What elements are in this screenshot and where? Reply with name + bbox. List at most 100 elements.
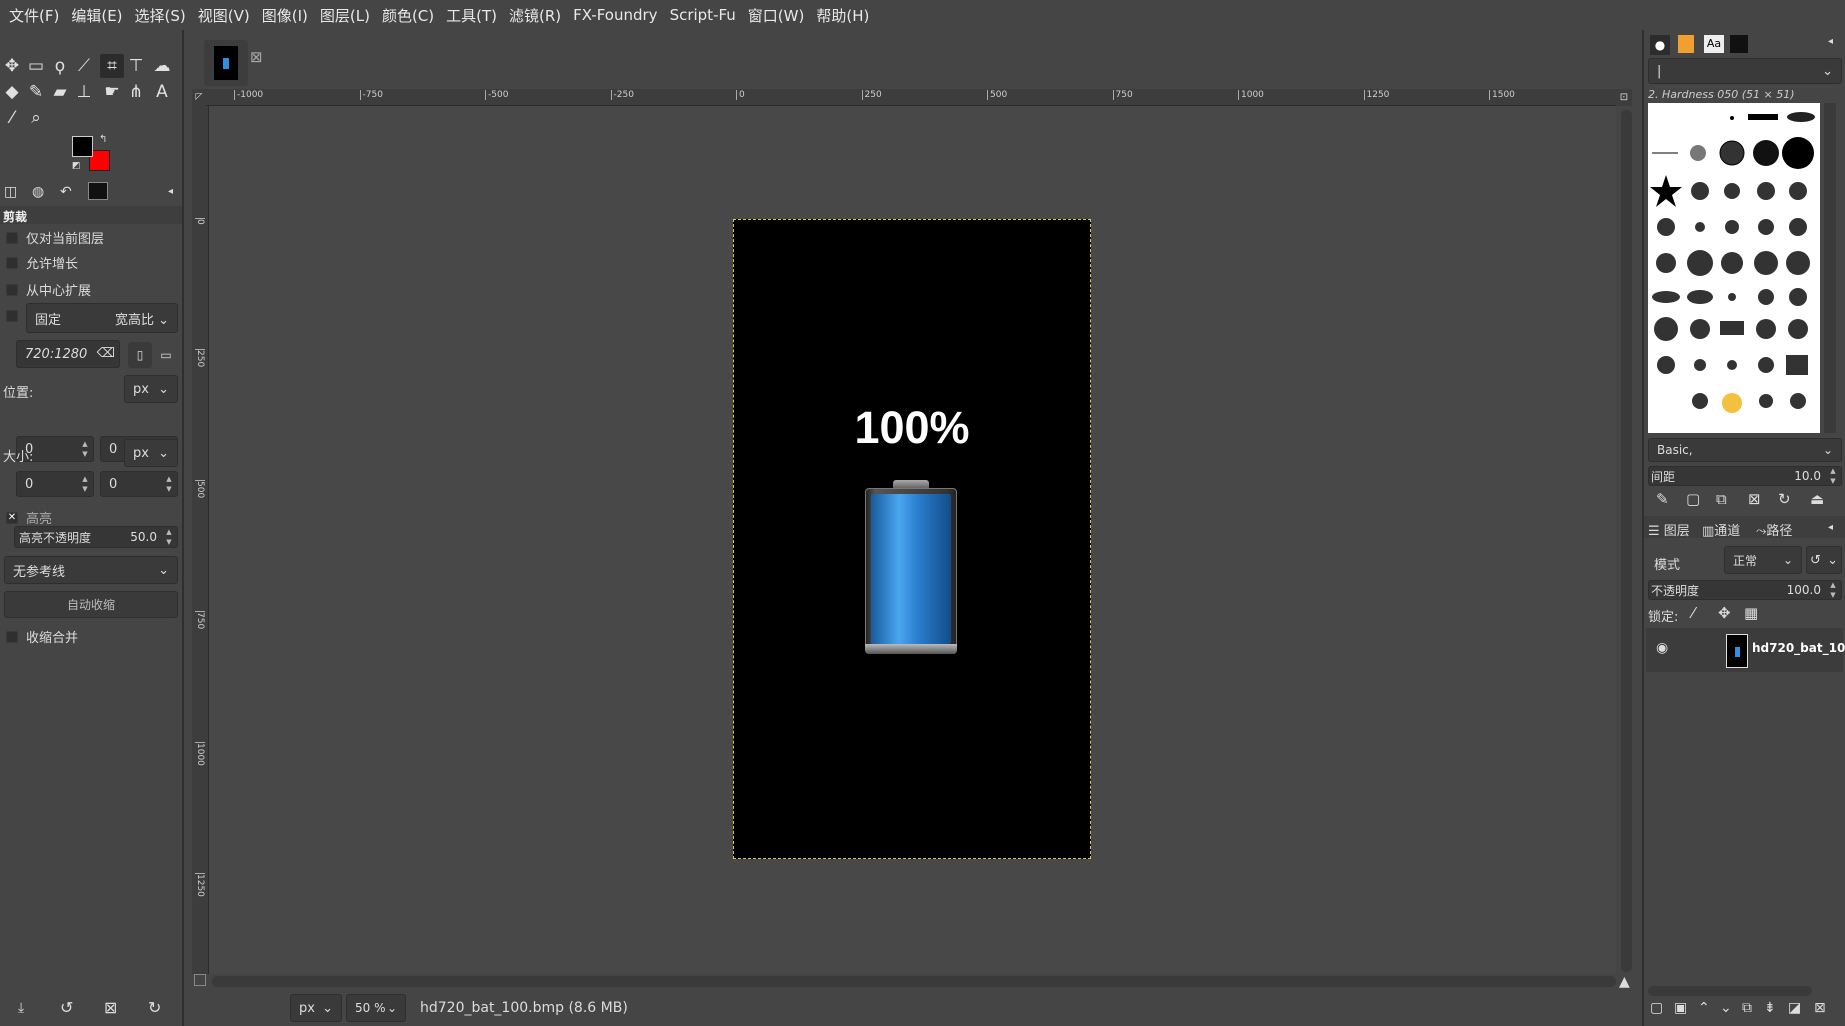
edit-brush-icon[interactable]: ✎ (1656, 490, 1669, 508)
unit-select[interactable]: px ⌄ (290, 994, 342, 1022)
checkbox[interactable] (6, 256, 18, 269)
bucket-fill-icon[interactable]: ◆ (0, 80, 24, 104)
device-status-tab-icon[interactable]: ◍ (32, 184, 44, 200)
fixed-checkbox[interactable] (6, 310, 26, 322)
menu-item[interactable]: 图像(I) (256, 5, 314, 26)
menu-item[interactable]: 窗口(W) (742, 5, 811, 26)
reset-options-icon[interactable]: ↻ (148, 998, 161, 1017)
lock-pixels-icon[interactable]: ⁄ (1692, 604, 1695, 622)
tab-paths[interactable]: ⤳路径 (1756, 520, 1792, 539)
brush-grid-scrollbar[interactable] (1824, 103, 1836, 433)
image-tab-thumbnail[interactable] (204, 40, 248, 86)
checkbox[interactable] (6, 283, 18, 296)
brush-thumbnails[interactable] (1648, 103, 1820, 433)
brush-grid[interactable] (1648, 103, 1820, 433)
lock-alpha-icon[interactable]: ▦ (1744, 604, 1758, 622)
expand-from-center-option[interactable]: 从中心扩展 (6, 280, 91, 299)
new-brush-icon[interactable]: ▢ (1686, 490, 1700, 508)
ratio-input[interactable]: 720:1280 ⌫ (16, 340, 120, 368)
auto-shrink-button[interactable]: 自动收缩 (4, 591, 178, 618)
new-layer-group-icon[interactable]: ▣ (1674, 1000, 1687, 1016)
position-unit-select[interactable]: px ⌄ (124, 375, 178, 403)
size-height-input[interactable]: 0 ▲ ▼ (100, 471, 178, 497)
configure-tab-icon[interactable]: ◂ (1828, 522, 1833, 533)
menu-item[interactable]: 工具(T) (440, 5, 503, 26)
path-tool-icon[interactable]: ⋔ (124, 80, 148, 104)
fuzzy-select-tool-icon[interactable]: ⟋ (72, 54, 96, 78)
foreground-color-swatch[interactable] (72, 136, 93, 157)
move-tool-icon[interactable]: ✥ (0, 54, 24, 78)
images-tab-icon[interactable] (88, 182, 108, 200)
brush-filter-select[interactable]: | ⌄ (1648, 58, 1842, 84)
default-colors-icon[interactable]: ◩ (72, 161, 81, 171)
spin-arrows-icon[interactable]: ▲▼ (1825, 467, 1841, 485)
brushes-tab-icon[interactable]: ● (1650, 35, 1670, 55)
horizontal-ruler[interactable]: -1000 -750 -500 -250 0 250 500 750 1000 1250 1500 (206, 89, 1616, 106)
tab-channels[interactable]: ▥通道 (1702, 520, 1740, 539)
highlight-option[interactable]: ✕ 高亮 (6, 508, 52, 527)
shrink-merged-option[interactable]: 收缩合并 (6, 627, 78, 646)
patterns-tab-icon[interactable] (1678, 35, 1694, 53)
vertical-ruler[interactable]: 0 250 500 750 1000 1250 (192, 106, 209, 974)
spin-arrows-icon[interactable]: ▲▼ (77, 437, 93, 461)
tab-layers[interactable]: ☰ 图层 (1648, 520, 1690, 539)
spin-arrows-icon[interactable]: ▲▼ (1825, 581, 1841, 599)
checkbox[interactable] (6, 231, 18, 244)
lock-position-icon[interactable]: ✥ (1718, 604, 1731, 622)
visibility-eye-icon[interactable]: ◉ (1656, 640, 1668, 656)
allow-growing-option[interactable]: 允许增长 (6, 253, 78, 272)
layer-opacity-slider[interactable]: 不透明度 100.0 ▲ ▼ (1648, 580, 1842, 600)
size-width-input[interactable]: 0 ▲ ▼ (16, 471, 94, 497)
delete-options-icon[interactable]: ⊠ (104, 998, 117, 1017)
layer-row[interactable]: ◉ hd720_bat_100. (1646, 628, 1845, 672)
configure-tab-icon[interactable]: ◂ (168, 186, 173, 197)
menu-item[interactable]: 选择(S) (129, 5, 192, 26)
layer-name[interactable]: hd720_bat_100. (1752, 641, 1845, 655)
eraser-icon[interactable]: ▰ (48, 80, 72, 104)
lower-layer-icon[interactable]: ⌄ (1720, 1000, 1732, 1016)
close-tab-icon[interactable]: ⊠ (250, 48, 263, 66)
zoom-tool-icon[interactable]: ⌕ (24, 106, 48, 130)
duplicate-layer-icon[interactable]: ⧉ (1742, 1000, 1752, 1016)
clone-tool-icon[interactable]: ⊥ (72, 80, 96, 104)
zoom-fit-icon[interactable]: ⊡ (1616, 89, 1632, 106)
tool-options-tab-icon[interactable]: ◫ (4, 184, 17, 200)
spin-arrows-icon[interactable]: ▲▼ (161, 527, 177, 547)
crop-tool-icon[interactable]: ⌗ (100, 54, 124, 78)
brush-tag-select[interactable]: Basic, ⌄ (1648, 438, 1842, 462)
checkbox[interactable] (6, 310, 18, 322)
fonts-tab-icon[interactable]: Aa (1704, 35, 1724, 53)
menu-item[interactable]: 编辑(E) (65, 5, 128, 26)
swap-colors-icon[interactable]: ↰ (99, 134, 107, 145)
spin-arrows-icon[interactable]: ▲▼ (161, 472, 177, 496)
image-canvas[interactable]: 100% (733, 219, 1091, 859)
restore-options-icon[interactable]: ↺ (60, 998, 73, 1017)
portrait-icon[interactable]: ▯ (128, 342, 152, 368)
merge-layer-icon[interactable]: ⇟ (1764, 1000, 1776, 1016)
text-tool-icon[interactable]: A (150, 80, 174, 104)
navigate-icon[interactable]: ▲ (1619, 974, 1630, 990)
menu-item[interactable]: 视图(V) (192, 5, 256, 26)
menu-item[interactable]: Script-Fu (664, 6, 742, 24)
smudge-tool-icon[interactable]: ☛ (100, 80, 124, 104)
layer-mode-select[interactable]: 正常 ⌄ (1724, 546, 1802, 574)
menu-item[interactable]: 图层(L) (314, 5, 376, 26)
menu-item[interactable]: 颜色(C) (376, 5, 440, 26)
delete-layer-icon[interactable]: ⊠ (1814, 1000, 1826, 1016)
spacing-slider[interactable]: 间距 10.0 ▲ ▼ (1648, 466, 1842, 486)
warp-tool-icon[interactable]: ☁ (150, 54, 174, 78)
size-unit-select[interactable]: px ⌄ (124, 439, 178, 467)
menu-item[interactable]: FX-Foundry (567, 6, 663, 24)
undo-history-tab-icon[interactable]: ↶ (60, 184, 72, 200)
ruler-corner-icon[interactable]: ◸ (192, 89, 206, 106)
fixed-mode-select[interactable]: 固定 宽高比 ⌄ (26, 303, 178, 333)
horizontal-scrollbar[interactable] (212, 976, 1616, 987)
refresh-brushes-icon[interactable]: ↻ (1778, 490, 1791, 508)
color-picker-icon[interactable]: ⁄ (0, 106, 24, 130)
configure-tab-icon[interactable]: ◂ (1828, 36, 1833, 47)
rect-select-tool-icon[interactable]: ▭ (24, 54, 48, 78)
new-layer-icon[interactable]: ▢ (1650, 1000, 1663, 1016)
checkbox-checked[interactable]: ✕ (6, 511, 18, 524)
current-layer-only-option[interactable]: 仅对当前图层 (6, 228, 104, 247)
quick-mask-icon[interactable] (194, 974, 206, 986)
